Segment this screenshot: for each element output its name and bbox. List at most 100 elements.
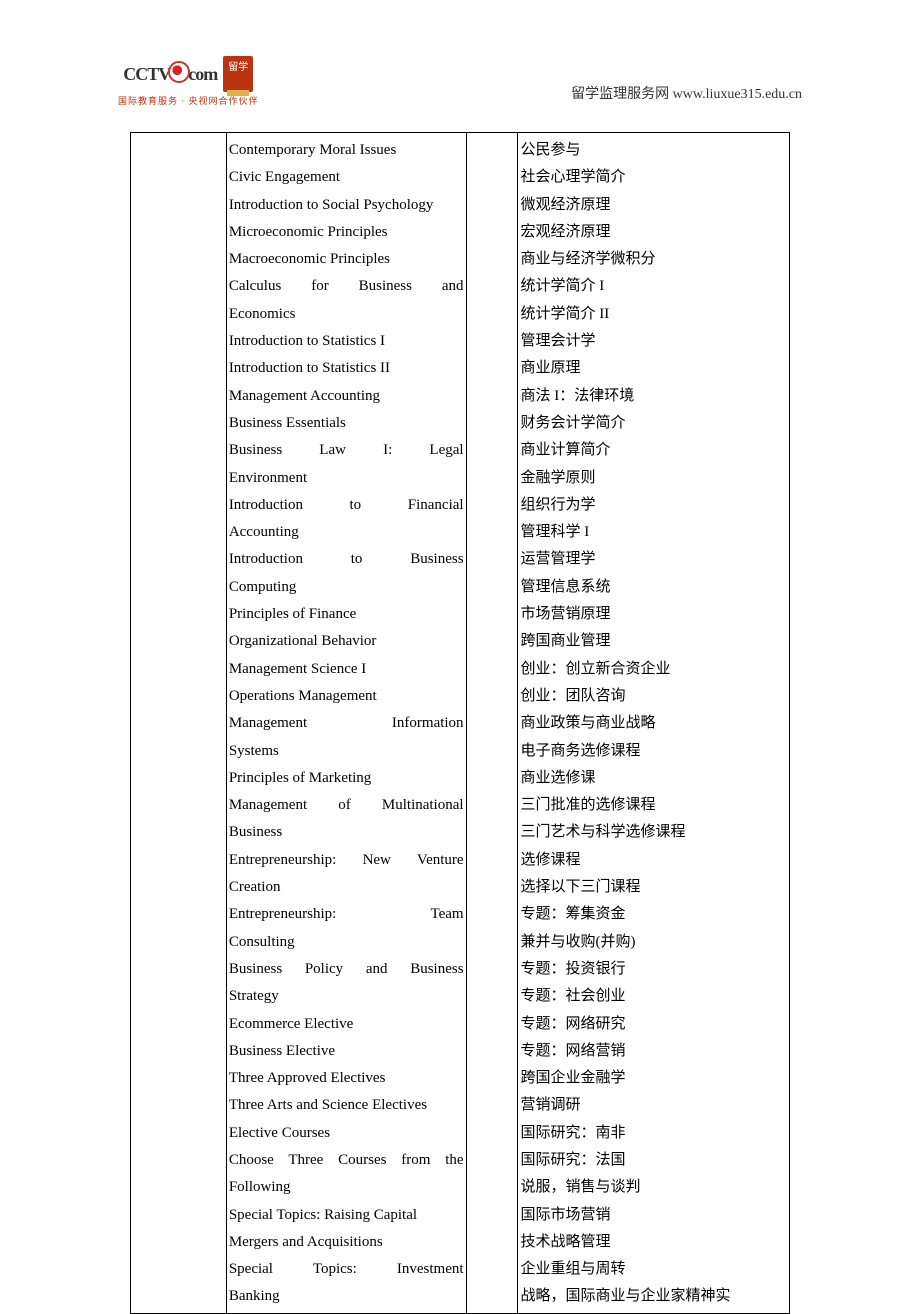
- logo-block: CCTV com 留学 国际教育服务 · 央视网合作伙伴: [118, 56, 259, 107]
- header-site-text: 留学监理服务网 www.liuxue315.edu.cn: [571, 83, 802, 107]
- course-line-en: Environment: [229, 465, 464, 492]
- course-line-cn: 技术战略管理: [520, 1229, 787, 1256]
- chinese-list: 公民参与社会心理学简介微观经济原理宏观经济原理商业与经济学微积分统计学简介 I统…: [518, 133, 789, 1313]
- course-line-cn: 电子商务选修课程: [520, 738, 787, 765]
- tagline-right: 央视网合作伙伴: [189, 96, 259, 106]
- cctv-logo: CCTV com: [123, 63, 217, 85]
- course-line-cn: 国际市场营销: [520, 1202, 787, 1229]
- course-line-cn: 宏观经济原理: [520, 219, 787, 246]
- course-line-cn: 专题：网络研究: [520, 1011, 787, 1038]
- swirl-icon: [168, 61, 190, 83]
- course-line-en: Macroeconomic Principles: [229, 246, 464, 273]
- course-line-cn: 公民参与: [520, 137, 787, 164]
- course-line-en: Entrepreneurship: New Venture: [229, 847, 464, 874]
- course-line-cn: 微观经济原理: [520, 192, 787, 219]
- course-line-cn: 三门艺术与科学选修课程: [520, 819, 787, 846]
- course-line-en: Choose Three Courses from the: [229, 1147, 464, 1174]
- course-line-en: Three Arts and Science Electives: [229, 1092, 464, 1119]
- course-line-en: Business: [229, 819, 464, 846]
- spacer-cell-mid: [466, 133, 518, 1314]
- course-line-cn: 专题：网络营销: [520, 1038, 787, 1065]
- course-line-cn: 市场营销原理: [520, 601, 787, 628]
- course-line-en: Accounting: [229, 519, 464, 546]
- course-line-en: Computing: [229, 574, 464, 601]
- course-line-cn: 企业重组与周转: [520, 1256, 787, 1283]
- course-line-en: Consulting: [229, 929, 464, 956]
- course-line-en: Elective Courses: [229, 1120, 464, 1147]
- english-column: Contemporary Moral IssuesCivic Engagemen…: [226, 133, 466, 1314]
- course-line-cn: 商业与经济学微积分: [520, 246, 787, 273]
- course-line-cn: 商业计算简介: [520, 437, 787, 464]
- course-line-cn: 商业原理: [520, 355, 787, 382]
- course-line-cn: 选修课程: [520, 847, 787, 874]
- course-line-cn: 财务会计学简介: [520, 410, 787, 437]
- logo-text-part1: CCTV: [123, 64, 170, 85]
- course-line-en: Entrepreneurship: Team: [229, 901, 464, 928]
- english-list: Contemporary Moral IssuesCivic Engagemen…: [227, 133, 466, 1313]
- course-line-en: Creation: [229, 874, 464, 901]
- course-line-en: Introduction to Business: [229, 546, 464, 573]
- course-line-en: Special Topics: Raising Capital: [229, 1202, 464, 1229]
- course-line-cn: 管理科学 I: [520, 519, 787, 546]
- course-line-cn: 管理信息系统: [520, 574, 787, 601]
- course-line-cn: 社会心理学简介: [520, 164, 787, 191]
- course-line-en: Operations Management: [229, 683, 464, 710]
- course-line-en: Ecommerce Elective: [229, 1011, 464, 1038]
- course-line-en: Principles of Marketing: [229, 765, 464, 792]
- course-line-cn: 营销调研: [520, 1092, 787, 1119]
- course-line-cn: 创业：团队咨询: [520, 683, 787, 710]
- course-line-cn: 国际研究：南非: [520, 1120, 787, 1147]
- course-line-en: Management of Multinational: [229, 792, 464, 819]
- spacer-cell-left: [131, 133, 227, 1314]
- chinese-column: 公民参与社会心理学简介微观经济原理宏观经济原理商业与经济学微积分统计学简介 I统…: [518, 133, 790, 1314]
- tagline-left: 国际教育服务: [118, 96, 178, 106]
- course-line-en: Business Law I: Legal: [229, 437, 464, 464]
- course-line-en: Following: [229, 1174, 464, 1201]
- course-line-cn: 兼并与收购(并购): [520, 929, 787, 956]
- course-line-cn: 统计学简介 II: [520, 301, 787, 328]
- course-line-en: Economics: [229, 301, 464, 328]
- logo-text-part2: com: [188, 64, 217, 85]
- course-line-cn: 跨国企业金融学: [520, 1065, 787, 1092]
- course-line-cn: 统计学简介 I: [520, 273, 787, 300]
- course-line-en: Three Approved Electives: [229, 1065, 464, 1092]
- course-line-cn: 专题：投资银行: [520, 956, 787, 983]
- course-line-en: Special Topics: Investment: [229, 1256, 464, 1283]
- course-line-en: Introduction to Financial: [229, 492, 464, 519]
- course-line-cn: 商法 I：法律环境: [520, 383, 787, 410]
- dot-separator: ·: [178, 96, 189, 106]
- course-line-cn: 金融学原则: [520, 465, 787, 492]
- course-line-cn: 管理会计学: [520, 328, 787, 355]
- course-line-en: Business Essentials: [229, 410, 464, 437]
- course-line-en: Banking: [229, 1283, 464, 1310]
- course-line-cn: 专题：社会创业: [520, 983, 787, 1010]
- course-line-en: Introduction to Statistics II: [229, 355, 464, 382]
- course-line-cn: 运营管理学: [520, 546, 787, 573]
- course-line-en: Management Accounting: [229, 383, 464, 410]
- course-line-cn: 组织行为学: [520, 492, 787, 519]
- course-line-cn: 说服，销售与谈判: [520, 1174, 787, 1201]
- course-line-en: Civic Engagement: [229, 164, 464, 191]
- page-header: CCTV com 留学 国际教育服务 · 央视网合作伙伴 留学监理服务网 www.…: [0, 56, 920, 107]
- course-line-cn: 三门批准的选修课程: [520, 792, 787, 819]
- course-line-en: Management Information: [229, 710, 464, 737]
- course-line-en: Microeconomic Principles: [229, 219, 464, 246]
- badge-icon: 留学: [223, 56, 253, 92]
- course-line-en: Business Elective: [229, 1038, 464, 1065]
- course-line-en: Mergers and Acquisitions: [229, 1229, 464, 1256]
- course-line-cn: 国际研究：法国: [520, 1147, 787, 1174]
- course-line-en: Systems: [229, 738, 464, 765]
- course-line-cn: 商业选修课: [520, 765, 787, 792]
- course-line-en: Strategy: [229, 983, 464, 1010]
- course-line-en: Organizational Behavior: [229, 628, 464, 655]
- course-line-cn: 专题：筹集资金: [520, 901, 787, 928]
- course-line-cn: 跨国商业管理: [520, 628, 787, 655]
- course-line-en: Contemporary Moral Issues: [229, 137, 464, 164]
- course-line-cn: 选择以下三门课程: [520, 874, 787, 901]
- course-line-en: Introduction to Social Psychology: [229, 192, 464, 219]
- badge-text: 留学: [223, 56, 253, 73]
- course-line-en: Management Science I: [229, 656, 464, 683]
- course-line-en: Introduction to Statistics I: [229, 328, 464, 355]
- table-row: Contemporary Moral IssuesCivic Engagemen…: [131, 133, 790, 1314]
- course-line-en: Business Policy and Business: [229, 956, 464, 983]
